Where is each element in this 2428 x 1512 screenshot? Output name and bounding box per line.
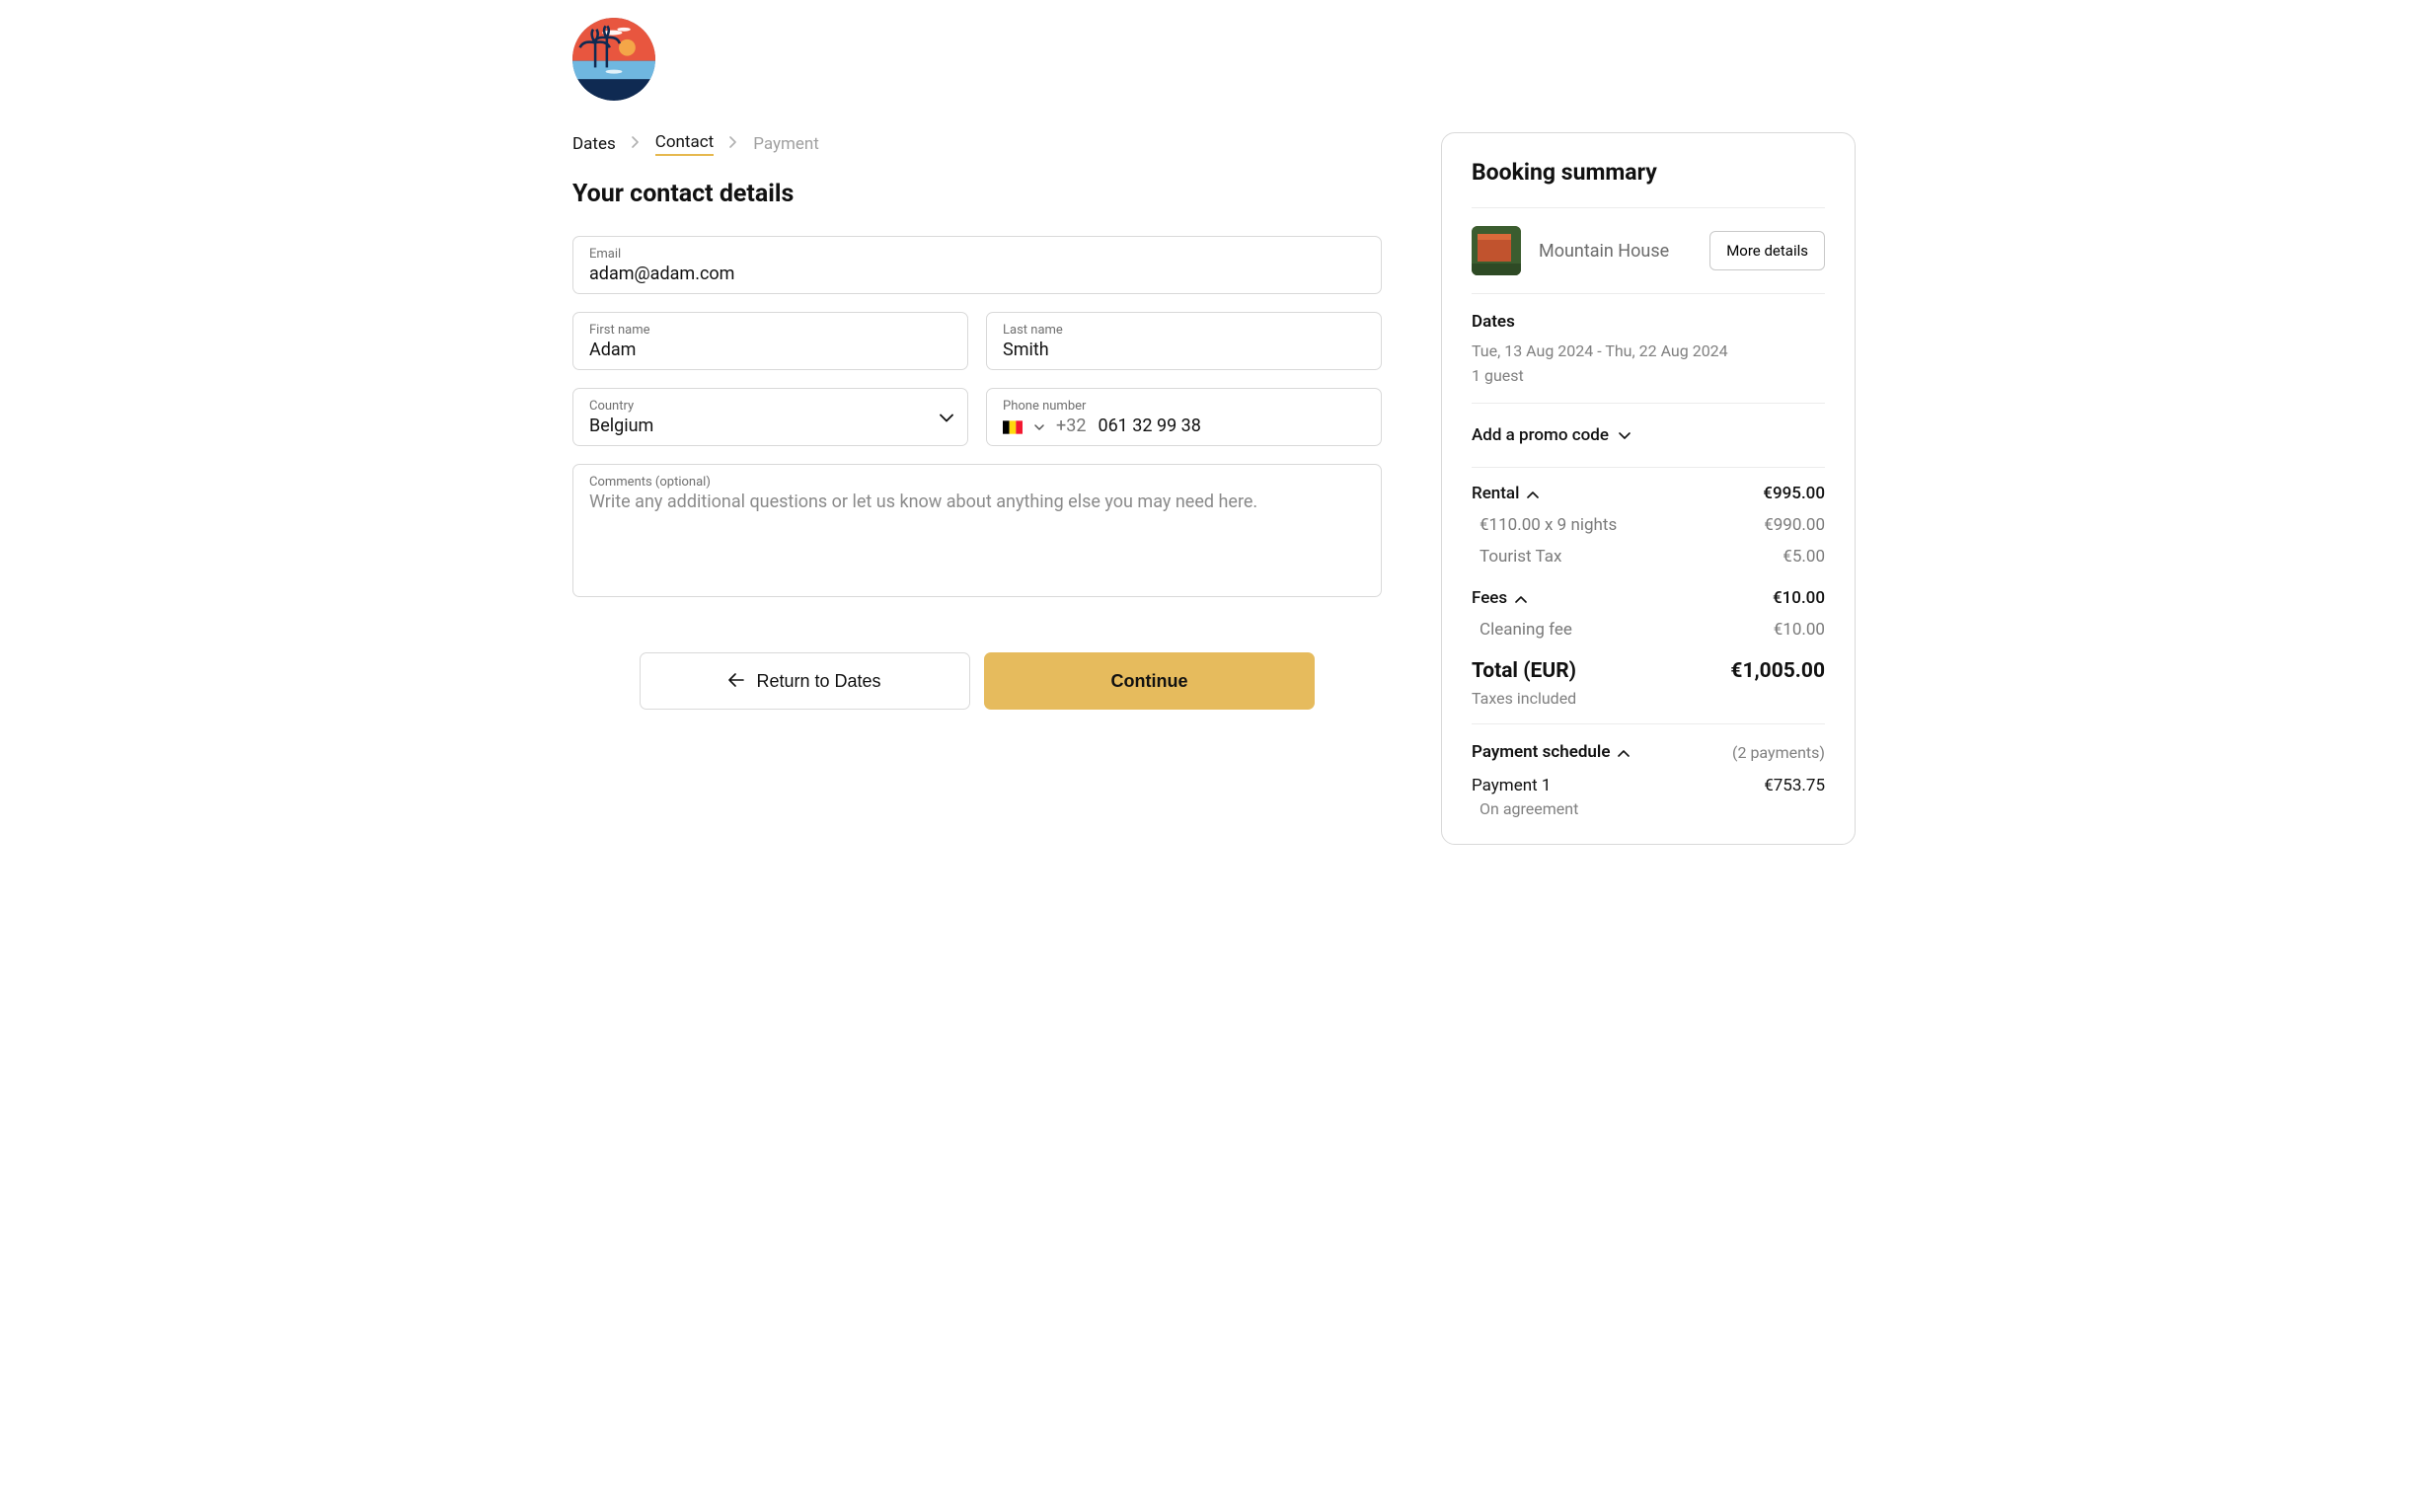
- rental-label: Rental: [1472, 484, 1519, 503]
- first-name-input[interactable]: [589, 340, 951, 360]
- email-label: Email: [589, 247, 1365, 262]
- chevron-up-icon: [1618, 742, 1630, 762]
- page-title: Your contact details: [572, 180, 1382, 208]
- return-to-dates-button[interactable]: Return to Dates: [640, 652, 970, 710]
- payments-count: (2 payments): [1732, 743, 1825, 762]
- chevron-down-icon[interactable]: [1034, 416, 1044, 435]
- comments-field-wrapper[interactable]: Comments (optional): [572, 464, 1382, 597]
- chevron-right-icon: [632, 136, 640, 152]
- booking-summary-card: Booking summary Mountain House More deta…: [1441, 132, 1856, 845]
- first-name-field-wrapper[interactable]: First name: [572, 312, 968, 370]
- add-promo-code-toggle[interactable]: Add a promo code: [1472, 404, 1825, 467]
- promo-label: Add a promo code: [1472, 425, 1609, 445]
- email-input[interactable]: [589, 264, 1365, 284]
- last-name-label: Last name: [1003, 323, 1365, 338]
- rental-nights-value: €990.00: [1764, 515, 1825, 535]
- fees-total: €10.00: [1773, 588, 1825, 608]
- phone-label: Phone number: [1003, 399, 1365, 414]
- payment1-label: Payment 1: [1472, 776, 1551, 795]
- total-label: Total (EUR): [1472, 659, 1576, 683]
- comments-label: Comments (optional): [589, 475, 1365, 490]
- payment1-note: On agreement: [1472, 799, 1825, 818]
- tourist-tax-label: Tourist Tax: [1480, 547, 1561, 567]
- payment-schedule-label: Payment schedule: [1472, 742, 1610, 762]
- taxes-note: Taxes included: [1472, 689, 1825, 723]
- rental-nights-label: €110.00 x 9 nights: [1480, 515, 1617, 535]
- property-name: Mountain House: [1539, 241, 1692, 262]
- total-value: €1,005.00: [1730, 659, 1825, 683]
- last-name-input[interactable]: [1003, 340, 1365, 360]
- property-thumbnail: [1472, 226, 1521, 275]
- fees-label: Fees: [1472, 588, 1507, 608]
- dates-label: Dates: [1472, 312, 1825, 332]
- breadcrumb-contact[interactable]: Contact: [655, 132, 714, 156]
- breadcrumb-dates[interactable]: Dates: [572, 134, 616, 154]
- dates-value: Tue, 13 Aug 2024 - Thu, 22 Aug 2024: [1472, 341, 1825, 360]
- continue-button[interactable]: Continue: [984, 652, 1315, 710]
- brand-logo: [572, 18, 655, 101]
- phone-prefix: +32: [1056, 416, 1086, 436]
- first-name-label: First name: [589, 323, 951, 338]
- payment-schedule-toggle[interactable]: Payment schedule: [1472, 742, 1630, 762]
- continue-button-label: Continue: [1111, 671, 1188, 692]
- chevron-right-icon: [729, 136, 737, 152]
- rental-total: €995.00: [1763, 484, 1825, 503]
- chevron-down-icon: [1619, 425, 1631, 445]
- chevron-up-icon: [1527, 484, 1539, 503]
- fees-section-toggle[interactable]: Fees €10.00: [1472, 572, 1825, 614]
- chevron-up-icon: [1515, 588, 1527, 608]
- comments-textarea[interactable]: [589, 491, 1365, 580]
- more-details-button[interactable]: More details: [1709, 231, 1825, 270]
- country-label: Country: [589, 399, 951, 414]
- phone-field-wrapper[interactable]: Phone number +32: [986, 388, 1382, 446]
- last-name-field-wrapper[interactable]: Last name: [986, 312, 1382, 370]
- flag-icon-belgium[interactable]: [1003, 419, 1023, 433]
- cleaning-fee-value: €10.00: [1774, 620, 1825, 640]
- summary-title: Booking summary: [1472, 159, 1825, 186]
- guests-value: 1 guest: [1472, 366, 1825, 385]
- country-select[interactable]: Belgium: [589, 416, 951, 436]
- tourist-tax-value: €5.00: [1783, 547, 1825, 567]
- country-field-wrapper[interactable]: Country Belgium: [572, 388, 968, 446]
- cleaning-fee-label: Cleaning fee: [1480, 620, 1572, 640]
- breadcrumb: Dates Contact Payment: [572, 132, 1382, 156]
- rental-section-toggle[interactable]: Rental €995.00: [1472, 468, 1825, 509]
- payment1-value: €753.75: [1764, 776, 1825, 795]
- email-field-wrapper[interactable]: Email: [572, 236, 1382, 294]
- breadcrumb-payment: Payment: [753, 134, 819, 154]
- arrow-left-icon: [728, 671, 744, 692]
- return-button-label: Return to Dates: [756, 671, 880, 692]
- phone-input[interactable]: [1098, 416, 1365, 436]
